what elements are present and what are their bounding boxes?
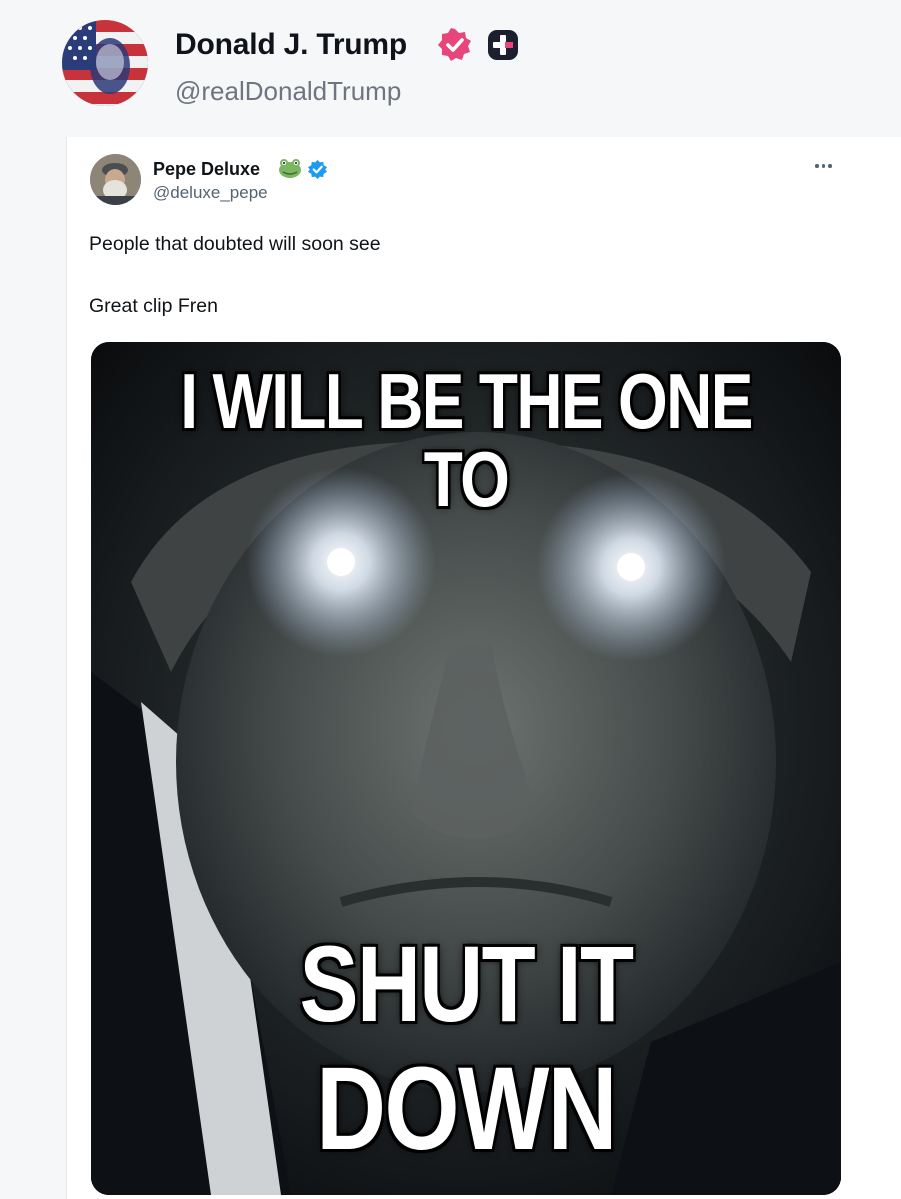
quoted-post-card[interactable]: Pepe Deluxe @deluxe_pepe People that dou… [66,137,901,1199]
author-name[interactable]: Donald J. Trump [175,28,407,62]
quoted-author-handle[interactable]: @deluxe_pepe [153,183,268,203]
post-text-line: People that doubted will soon see [89,233,381,255]
quoted-author-name[interactable]: Pepe Deluxe [153,159,260,180]
author-handle[interactable]: @realDonaldTrump [175,76,401,107]
quoted-author-avatar[interactable] [90,154,141,205]
verified-badge-icon [438,28,471,61]
post-header: Donald J. Trump @realDonaldTrump [0,0,901,125]
plus-badge-icon [488,30,518,60]
verified-badge-icon [307,159,328,180]
meme-caption-bottom: SHUT IT [299,923,635,1044]
meme-caption-top: I WILL BE THE ONE TO [180,357,753,523]
post-text-line: Great clip Fren [89,295,218,317]
author-avatar[interactable] [62,20,148,106]
frog-emoji-icon [279,159,301,178]
meme-image[interactable]: I WILL BE THE ONE TO SHUT IT DOWN [91,342,841,1195]
more-options-icon[interactable] [815,161,839,171]
meme-caption-bottom: DOWN [316,1043,617,1175]
